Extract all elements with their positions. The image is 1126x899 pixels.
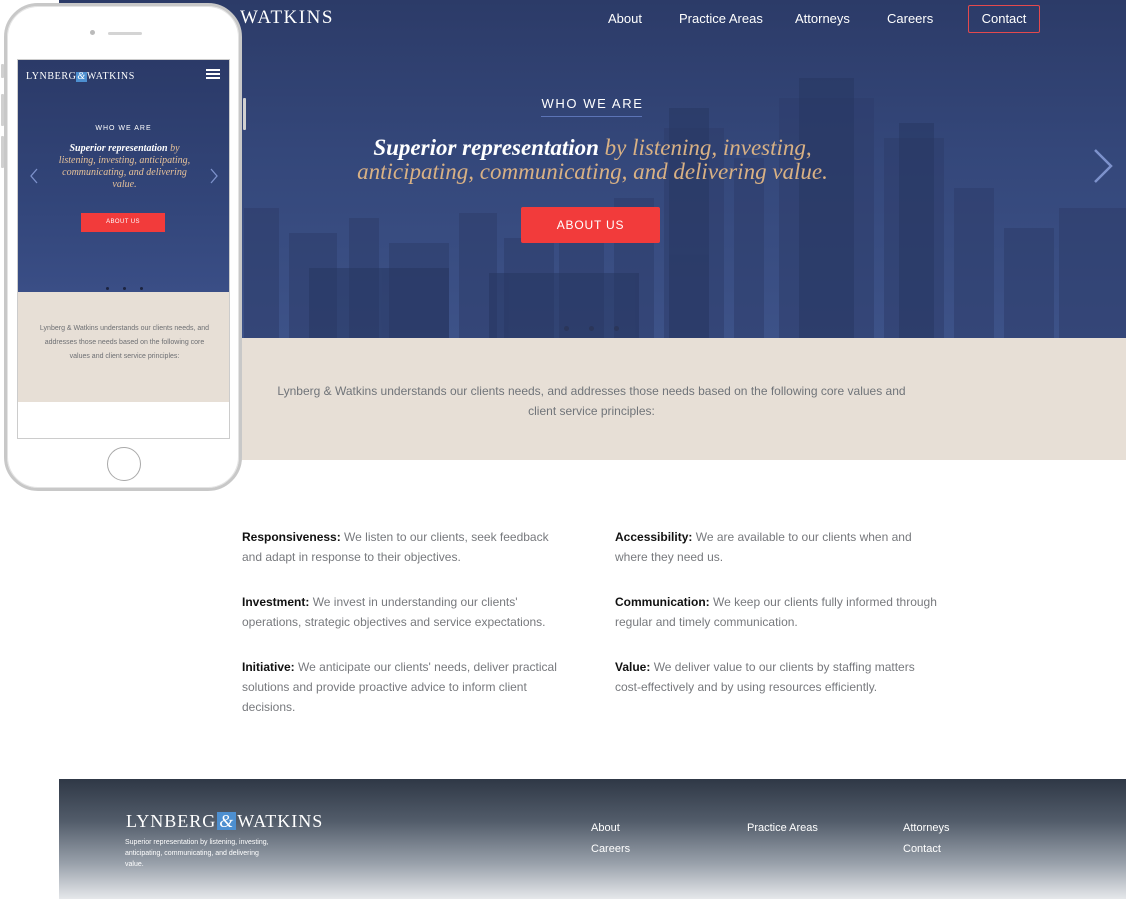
mobile-hero-headline: Superior representation by listening, in… (58, 143, 191, 191)
value-responsiveness: Responsiveness: We listen to our clients… (242, 527, 567, 567)
carousel-dot[interactable] (614, 326, 619, 331)
hamburger-menu-icon[interactable] (206, 69, 220, 79)
phone-mute-switch (1, 64, 4, 78)
value-text: We deliver value to our clients by staff… (615, 660, 915, 694)
phone-power-button (243, 98, 246, 130)
value-communication: Communication: We keep our clients fully… (615, 592, 940, 632)
carousel-dots (564, 326, 624, 334)
value-title: Value: (615, 660, 651, 674)
phone-home-button[interactable] (107, 447, 141, 481)
value-initiative: Initiative: We anticipate our clients' n… (242, 657, 567, 717)
footer-logo-amp: & (217, 811, 237, 831)
carousel-dot[interactable] (564, 326, 569, 331)
footer-tagline: Superior representation by listening, in… (125, 839, 269, 868)
phone-volume-up (1, 94, 4, 126)
footer-logo[interactable]: LYNBERG & WATKINS (126, 811, 323, 832)
chevron-left-icon[interactable] (29, 168, 39, 184)
value-accessibility: Accessibility: We are available to our c… (615, 527, 940, 567)
nav-careers[interactable]: Careers (887, 11, 933, 26)
footer-logo-part1: LYNBERG (126, 811, 217, 831)
footer-link-about[interactable]: About (591, 822, 620, 834)
footer-link-contact[interactable]: Contact (903, 843, 941, 855)
mobile-carousel-dot[interactable] (123, 287, 126, 290)
eyebrow-underline (541, 116, 642, 117)
mobile-logo[interactable]: LYNBERG&WATKINS (26, 71, 135, 82)
mobile-carousel-dot[interactable] (106, 287, 109, 290)
footer-link-practice-areas[interactable]: Practice Areas (747, 822, 818, 834)
value-title: Initiative: (242, 660, 295, 674)
mobile-logo-amp: & (76, 71, 87, 82)
mobile-logo-part2: WATKINS (86, 71, 135, 82)
mobile-logo-part1: LYNBERG (26, 71, 77, 82)
site-footer: LYNBERG & WATKINS Superior representation … (59, 779, 1126, 899)
footer-logo-part2: WATKINS (237, 811, 324, 831)
nav-about[interactable]: About (608, 11, 642, 26)
chevron-right-icon[interactable] (209, 168, 219, 184)
carousel-dot[interactable] (589, 326, 594, 331)
mobile-hero: LYNBERG&WATKINS WHO WE ARE Superior repr… (18, 60, 229, 292)
value-title: Communication: (615, 595, 710, 609)
phone-screen: LYNBERG&WATKINS WHO WE ARE Superior repr… (17, 59, 230, 439)
mobile-intro-band: Lynberg & Watkins understands our client… (18, 292, 229, 402)
phone-mockup: LYNBERG&WATKINS WHO WE ARE Superior repr… (1, 3, 246, 491)
nav-attorneys[interactable]: Attorneys (795, 11, 850, 26)
mobile-hero-eyebrow: WHO WE ARE (95, 125, 152, 132)
value-title: Accessibility: (615, 530, 693, 544)
hero-headline-strong: Superior representation (373, 135, 599, 160)
phone-camera (90, 30, 95, 35)
value-title: Responsiveness: (242, 530, 341, 544)
mobile-headline-strong: Superior representation (69, 143, 168, 154)
mobile-about-us-button[interactable]: ABOUT US (81, 213, 165, 232)
intro-text: Lynberg & Watkins understands our client… (277, 384, 906, 418)
phone-volume-down (1, 136, 4, 168)
nav-contact-button[interactable]: Contact (968, 5, 1040, 33)
chevron-right-icon[interactable] (1089, 146, 1115, 186)
footer-link-careers[interactable]: Careers (591, 843, 630, 855)
phone-speaker (108, 32, 142, 35)
value-value: Value: We deliver value to our clients b… (615, 657, 940, 697)
mobile-intro-text: Lynberg & Watkins understands our client… (39, 325, 210, 360)
value-investment: Investment: We invest in understanding o… (242, 592, 567, 632)
about-us-button[interactable]: ABOUT US (521, 207, 660, 243)
footer-link-attorneys[interactable]: Attorneys (903, 822, 949, 834)
nav-practice-areas[interactable]: Practice Areas (679, 11, 763, 26)
mobile-carousel-dot[interactable] (140, 287, 143, 290)
value-title: Investment: (242, 595, 310, 609)
